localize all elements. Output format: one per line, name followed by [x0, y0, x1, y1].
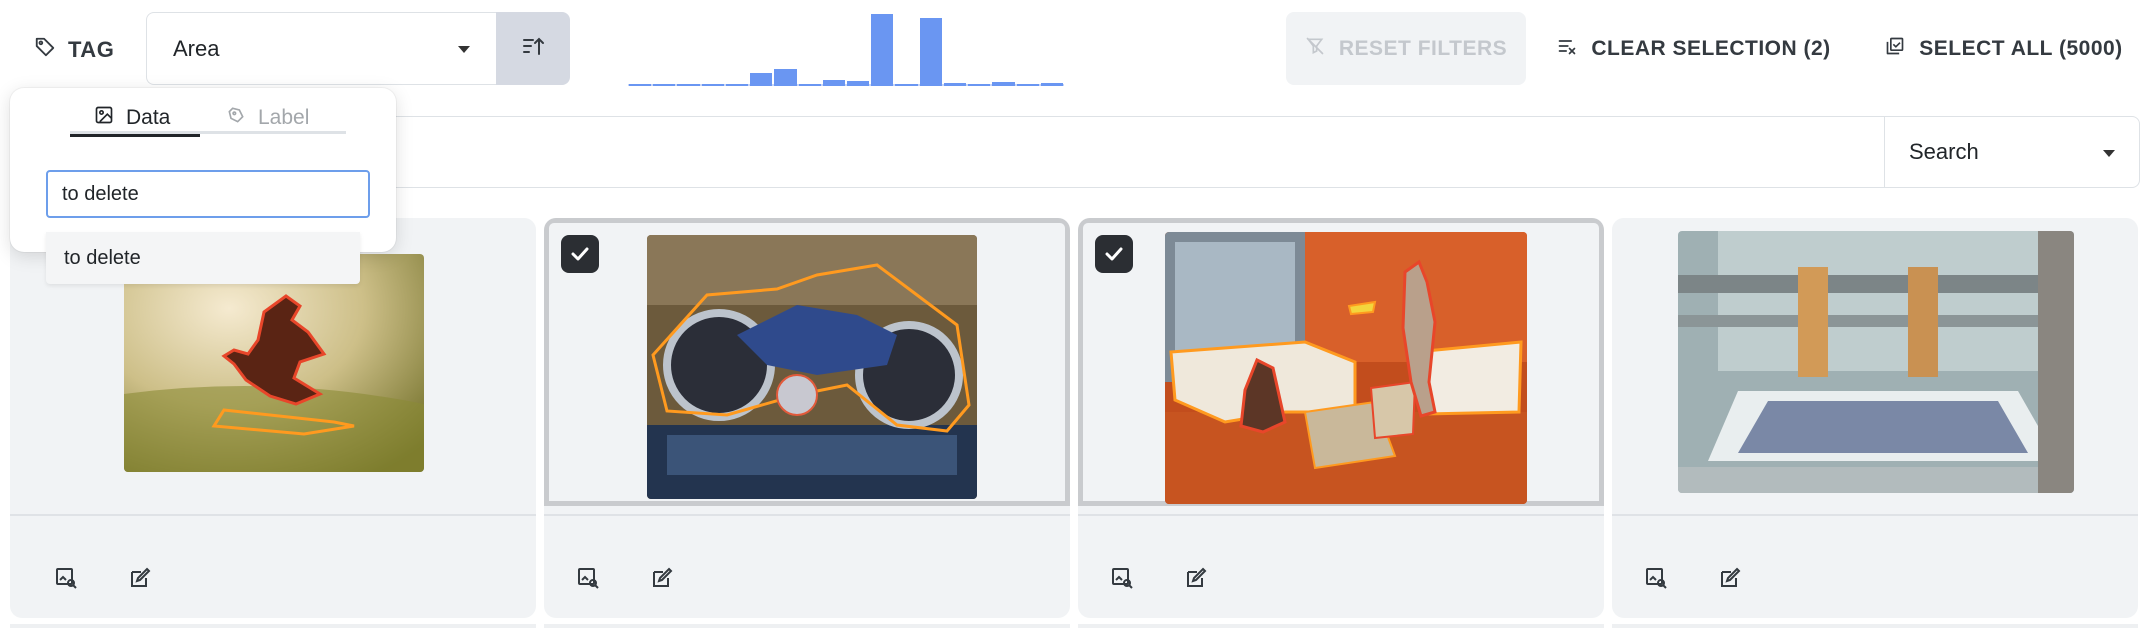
- histogram-bar: [943, 83, 967, 86]
- sort-direction-button[interactable]: [496, 12, 570, 85]
- check-icon: [1105, 247, 1123, 261]
- edit-annotations-button[interactable]: [1710, 558, 1750, 598]
- selection-checkbox[interactable]: [1095, 235, 1133, 273]
- image-thumbnail-living-room: [1165, 232, 1527, 504]
- histogram-bar: [701, 84, 724, 86]
- edit-icon: [131, 567, 151, 587]
- card-divider: [1612, 514, 2138, 516]
- label-icon: [226, 105, 246, 131]
- sort-field-select[interactable]: Area: [146, 12, 496, 85]
- sort-ascending-icon: [521, 34, 545, 63]
- sort-field-value: Area: [173, 35, 220, 61]
- card-divider: [1078, 514, 1604, 516]
- reset-filters-label: RESET FILTERS: [1338, 36, 1508, 60]
- tab-data[interactable]: Data: [70, 102, 200, 137]
- tab-label[interactable]: Label: [226, 102, 309, 134]
- next-row-card-edge: [544, 624, 1070, 628]
- select-all-label: SELECT ALL (5000): [1919, 36, 2123, 60]
- search-mode-select[interactable]: Search: [1884, 116, 2140, 188]
- tag-button-label: TAG: [68, 37, 115, 62]
- image-card[interactable]: [1078, 218, 1604, 618]
- selection-checkbox[interactable]: [561, 235, 599, 273]
- image-area[interactable]: [1078, 218, 1604, 506]
- histogram-bar: [1040, 83, 1063, 86]
- edit-annotations-button[interactable]: [642, 558, 682, 598]
- edit-icon: [653, 567, 673, 587]
- histogram-bar: [968, 84, 991, 86]
- histogram-bar: [1016, 84, 1039, 86]
- image-thumbnail-motorcycle: [647, 235, 977, 499]
- clear-selection-label: CLEAR SELECTION (2): [1591, 36, 1831, 60]
- image-search-icon: [578, 568, 599, 589]
- next-row-card-edge: [1078, 624, 1604, 628]
- chevron-down-icon: [2103, 150, 2115, 157]
- library-check-icon: [1885, 36, 1905, 62]
- edit-annotations-button[interactable]: [120, 558, 160, 598]
- image-thumbnail-surfer: [124, 254, 424, 472]
- histogram-bar: [750, 73, 773, 86]
- area-histogram[interactable]: [628, 10, 1064, 86]
- tag-button[interactable]: TAG: [18, 14, 128, 86]
- image-details-button[interactable]: [568, 558, 608, 598]
- tab-data-label: Data: [126, 106, 171, 129]
- image-icon: [94, 105, 114, 131]
- histogram-bar: [725, 84, 749, 86]
- tag-icon: [34, 36, 56, 64]
- image-search-icon: [1646, 568, 1667, 589]
- next-row-card-edge: [1612, 624, 2138, 628]
- reset-filters-button: RESET FILTERS: [1286, 12, 1526, 85]
- image-search-icon: [1112, 568, 1133, 589]
- chevron-down-icon: [458, 46, 470, 53]
- histogram-bar: [677, 84, 700, 86]
- tag-popover: Data Label: [10, 88, 396, 252]
- edit-icon: [1187, 567, 1207, 587]
- card-divider: [544, 514, 1070, 516]
- clear-selection-button[interactable]: CLEAR SELECTION (2): [1544, 12, 1844, 85]
- histogram-bar: [653, 84, 676, 86]
- edit-icon: [1721, 567, 1741, 587]
- clear-all-icon: [1557, 36, 1577, 62]
- histogram-bar: [798, 84, 821, 86]
- image-card[interactable]: [544, 218, 1070, 618]
- select-all-button[interactable]: SELECT ALL (5000): [1868, 12, 2140, 85]
- image-thumbnail-bathtub: [1678, 231, 2074, 493]
- tag-popover-tabs: Data Label: [70, 102, 346, 137]
- filter-off-icon: [1305, 36, 1325, 62]
- histogram-bar: [822, 80, 845, 86]
- check-icon: [571, 247, 589, 261]
- image-area[interactable]: [544, 218, 1070, 506]
- histogram-bar: [774, 69, 797, 86]
- image-details-button[interactable]: [46, 558, 86, 598]
- tab-label-label: Label: [258, 106, 310, 129]
- histogram-bar: [919, 18, 942, 86]
- edit-annotations-button[interactable]: [1176, 558, 1216, 598]
- image-card[interactable]: [1612, 218, 2138, 618]
- image-details-button[interactable]: [1102, 558, 1142, 598]
- tag-name-input[interactable]: [46, 170, 370, 218]
- histogram-bar: [992, 81, 1015, 86]
- histogram-bar: [847, 80, 870, 86]
- card-divider: [10, 514, 536, 516]
- histogram-bar: [895, 84, 918, 86]
- next-row-card-edge: [10, 624, 536, 628]
- image-details-button[interactable]: [1636, 558, 1676, 598]
- histogram-bar: [871, 14, 894, 86]
- image-search-icon: [56, 568, 77, 589]
- image-area[interactable]: [1612, 218, 2138, 506]
- search-mode-value: Search: [1909, 139, 1979, 164]
- histogram-bar: [629, 84, 652, 86]
- tag-suggestion-item[interactable]: to delete: [46, 232, 360, 284]
